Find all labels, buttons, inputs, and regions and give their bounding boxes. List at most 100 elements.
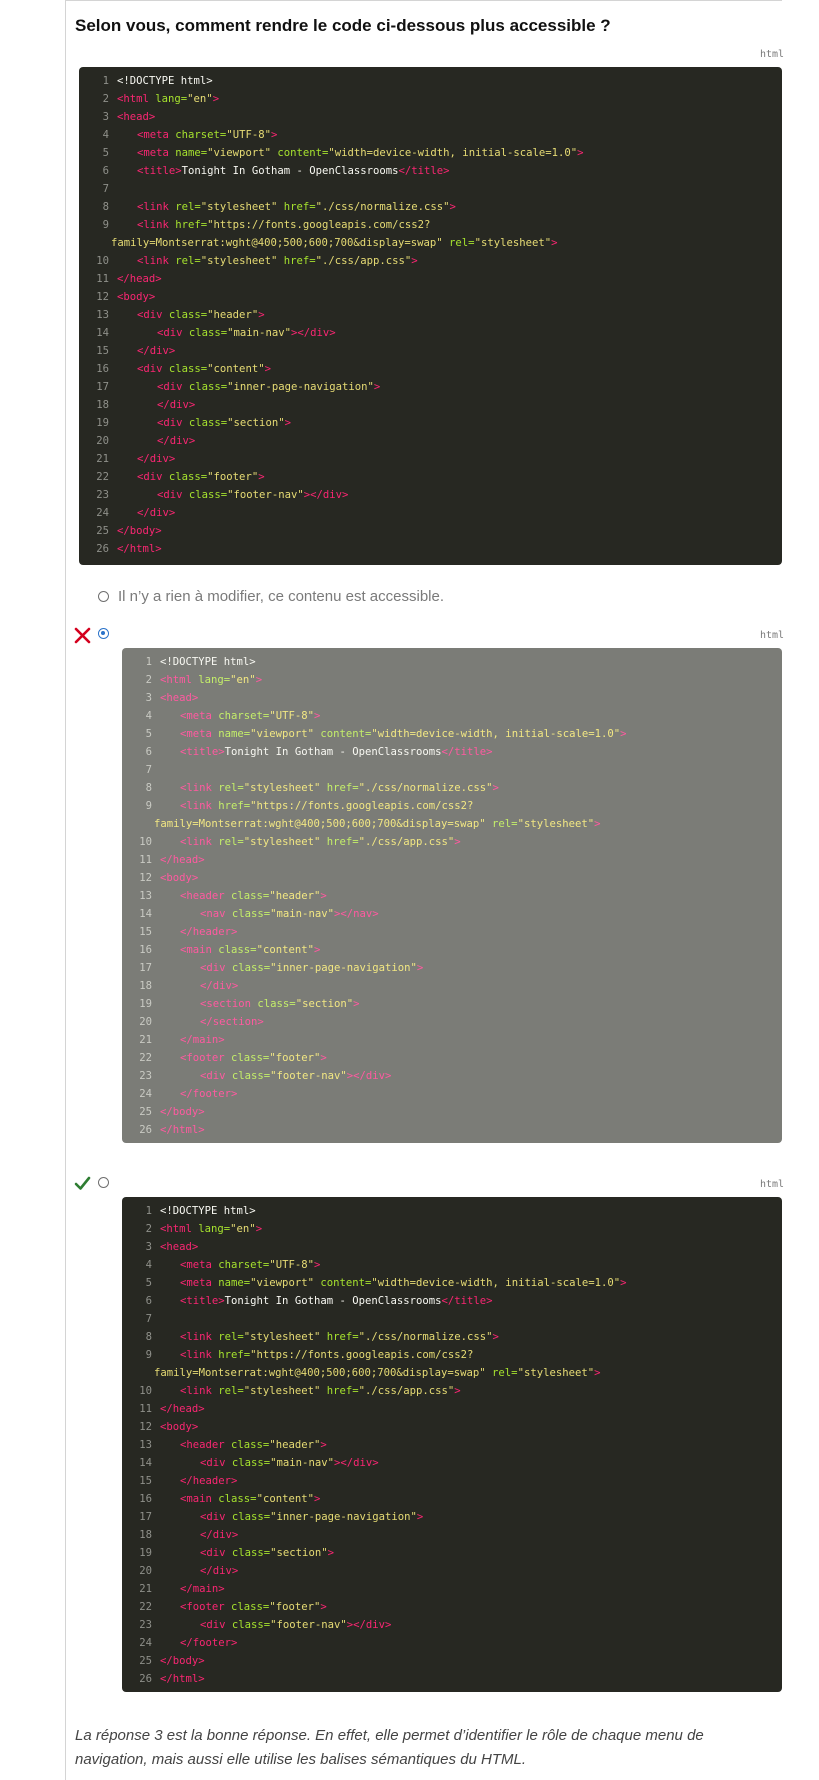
code-token: </body> — [117, 525, 162, 537]
code-token: <meta — [180, 1277, 219, 1289]
option-2-radio[interactable] — [98, 628, 109, 639]
code-text: </head> — [160, 854, 205, 866]
code-token: ></div> — [346, 1619, 392, 1631]
code-text: <meta name="viewport" content="width=dev… — [160, 728, 627, 740]
code-token: <head> — [160, 692, 199, 704]
code-text: <main class="content"> — [160, 944, 320, 956]
code-line: 8 <link rel="stylesheet" href="./css/norm… — [122, 1328, 499, 1346]
code-text: <meta charset="UTF-8"> — [160, 710, 320, 722]
line-number: 15 — [139, 926, 152, 938]
code-text: </html> — [160, 1124, 205, 1136]
line-number: 16 — [139, 1493, 152, 1505]
code-token: <footer — [180, 1601, 232, 1613]
code-token: "section" — [295, 998, 354, 1010]
code-line: 2 <html lang="en"> — [122, 671, 262, 689]
line-number: 22 — [139, 1052, 152, 1064]
line-number: 5 — [102, 147, 109, 159]
code-token: "header" — [269, 890, 321, 902]
code-token: > — [320, 1439, 327, 1451]
code-token: "stylesheet" — [200, 255, 284, 267]
code-line: 16 <main class="content"> — [122, 941, 320, 959]
code-token: "./css/app.css" — [358, 1385, 455, 1397]
code-text: <link href="https://fonts.googleapis.com… — [160, 800, 473, 812]
code-token: > — [270, 129, 278, 141]
code-line: 18 </div> — [79, 396, 195, 414]
line-number: 16 — [139, 944, 152, 956]
code-token: content= — [277, 147, 329, 159]
code-token: > — [313, 1493, 321, 1505]
line-number: 3 — [145, 692, 152, 704]
line-number: 25 — [96, 525, 109, 537]
code-token: "stylesheet" — [517, 818, 595, 830]
code-text: <div class="inner-page-navigation"> — [160, 1511, 423, 1523]
line-number: 7 — [145, 1313, 152, 1325]
code-text: <div class="footer-nav"></div> — [160, 1070, 391, 1082]
option-2-code-block[interactable]: 1 <!DOCTYPE html> 2 <html lang="en"> 3 <head>… — [122, 648, 782, 1143]
code-line: 21 </div> — [79, 450, 175, 468]
question-title: Selon vous, comment rendre le code ci-de… — [75, 16, 611, 35]
code-language-label: html — [760, 1179, 785, 1190]
code-text: <link href="https://fonts.googleapis.com… — [117, 219, 430, 231]
code-token: > — [320, 1601, 327, 1613]
line-number: 4 — [145, 710, 152, 722]
code-token: <div — [200, 962, 232, 974]
code-text: <body> — [160, 872, 198, 884]
code-line: 9 <link href="https://fonts.googleapis.co… — [122, 797, 474, 815]
code-text: </head> — [117, 273, 162, 285]
code-token: </title> — [441, 746, 493, 758]
code-token: > — [492, 1331, 499, 1343]
code-token: Tonight In Gotham - OpenClassrooms — [181, 165, 399, 177]
code-line: 4 <meta charset="UTF-8"> — [122, 1256, 321, 1274]
code-text: </div> — [117, 435, 195, 447]
line-number: 23 — [96, 489, 109, 501]
code-text: <header class="header"> — [160, 890, 327, 902]
code-line: 24 </div> — [79, 504, 175, 522]
code-text: </body> — [117, 525, 162, 537]
line-number: 1 — [145, 1205, 152, 1217]
code-line: 22 <div class="footer"> — [79, 468, 264, 486]
checkmark-icon — [74, 1176, 91, 1190]
code-token: <html — [160, 674, 199, 686]
code-token: class= — [188, 417, 228, 429]
code-token: lang= — [198, 1223, 231, 1235]
code-token: </title> — [441, 1295, 493, 1307]
code-token: </title> — [398, 165, 450, 177]
code-token: "stylesheet" — [243, 1385, 327, 1397]
code-text: <footer class="footer"> — [160, 1601, 327, 1613]
code-token: name= — [218, 728, 251, 740]
code-token: <title> — [137, 165, 182, 177]
code-text: <meta name="viewport" content="width=dev… — [117, 147, 584, 159]
code-token: "stylesheet" — [474, 237, 552, 249]
line-number: 19 — [139, 998, 152, 1010]
code-token: <link — [180, 800, 219, 812]
code-token: class= — [188, 327, 228, 339]
code-text: </div> — [117, 399, 195, 411]
code-line: 9 <link href="https://fonts.googleapis.co… — [122, 1346, 474, 1364]
code-token: class= — [231, 1439, 270, 1451]
code-line: 4 <meta charset="UTF-8"> — [79, 126, 278, 144]
code-text: <head> — [160, 1241, 198, 1253]
code-token: "stylesheet" — [243, 836, 327, 848]
code-line: 20 </section> — [122, 1013, 264, 1031]
code-token: "./css/normalize.css" — [358, 782, 493, 794]
code-text: </div> — [160, 1565, 238, 1577]
code-token: lang= — [155, 93, 188, 105]
code-token: </div> — [157, 435, 196, 447]
code-line: 23 <div class="footer-nav"></div> — [122, 1067, 391, 1085]
line-number: 21 — [139, 1583, 152, 1595]
code-text: </header> — [160, 1475, 237, 1487]
code-token: rel= — [175, 255, 201, 267]
code-token: rel= — [218, 836, 244, 848]
line-number: 3 — [145, 1241, 152, 1253]
code-token: "header" — [269, 1439, 321, 1451]
option-3-code-block[interactable]: 1 <!DOCTYPE html> 2 <html lang="en"> 3 <head>… — [122, 1197, 782, 1692]
code-token: "header" — [207, 309, 259, 321]
code-line: 21 </main> — [122, 1031, 224, 1049]
option-3-radio[interactable] — [98, 1177, 109, 1188]
code-text: </header> — [160, 926, 237, 938]
option-1-radio[interactable] — [98, 591, 109, 602]
code-token: rel= — [218, 1385, 244, 1397]
code-line: 20 </div> — [122, 1562, 238, 1580]
code-text: <div class="section"> — [117, 417, 291, 429]
line-number: 24 — [139, 1637, 152, 1649]
